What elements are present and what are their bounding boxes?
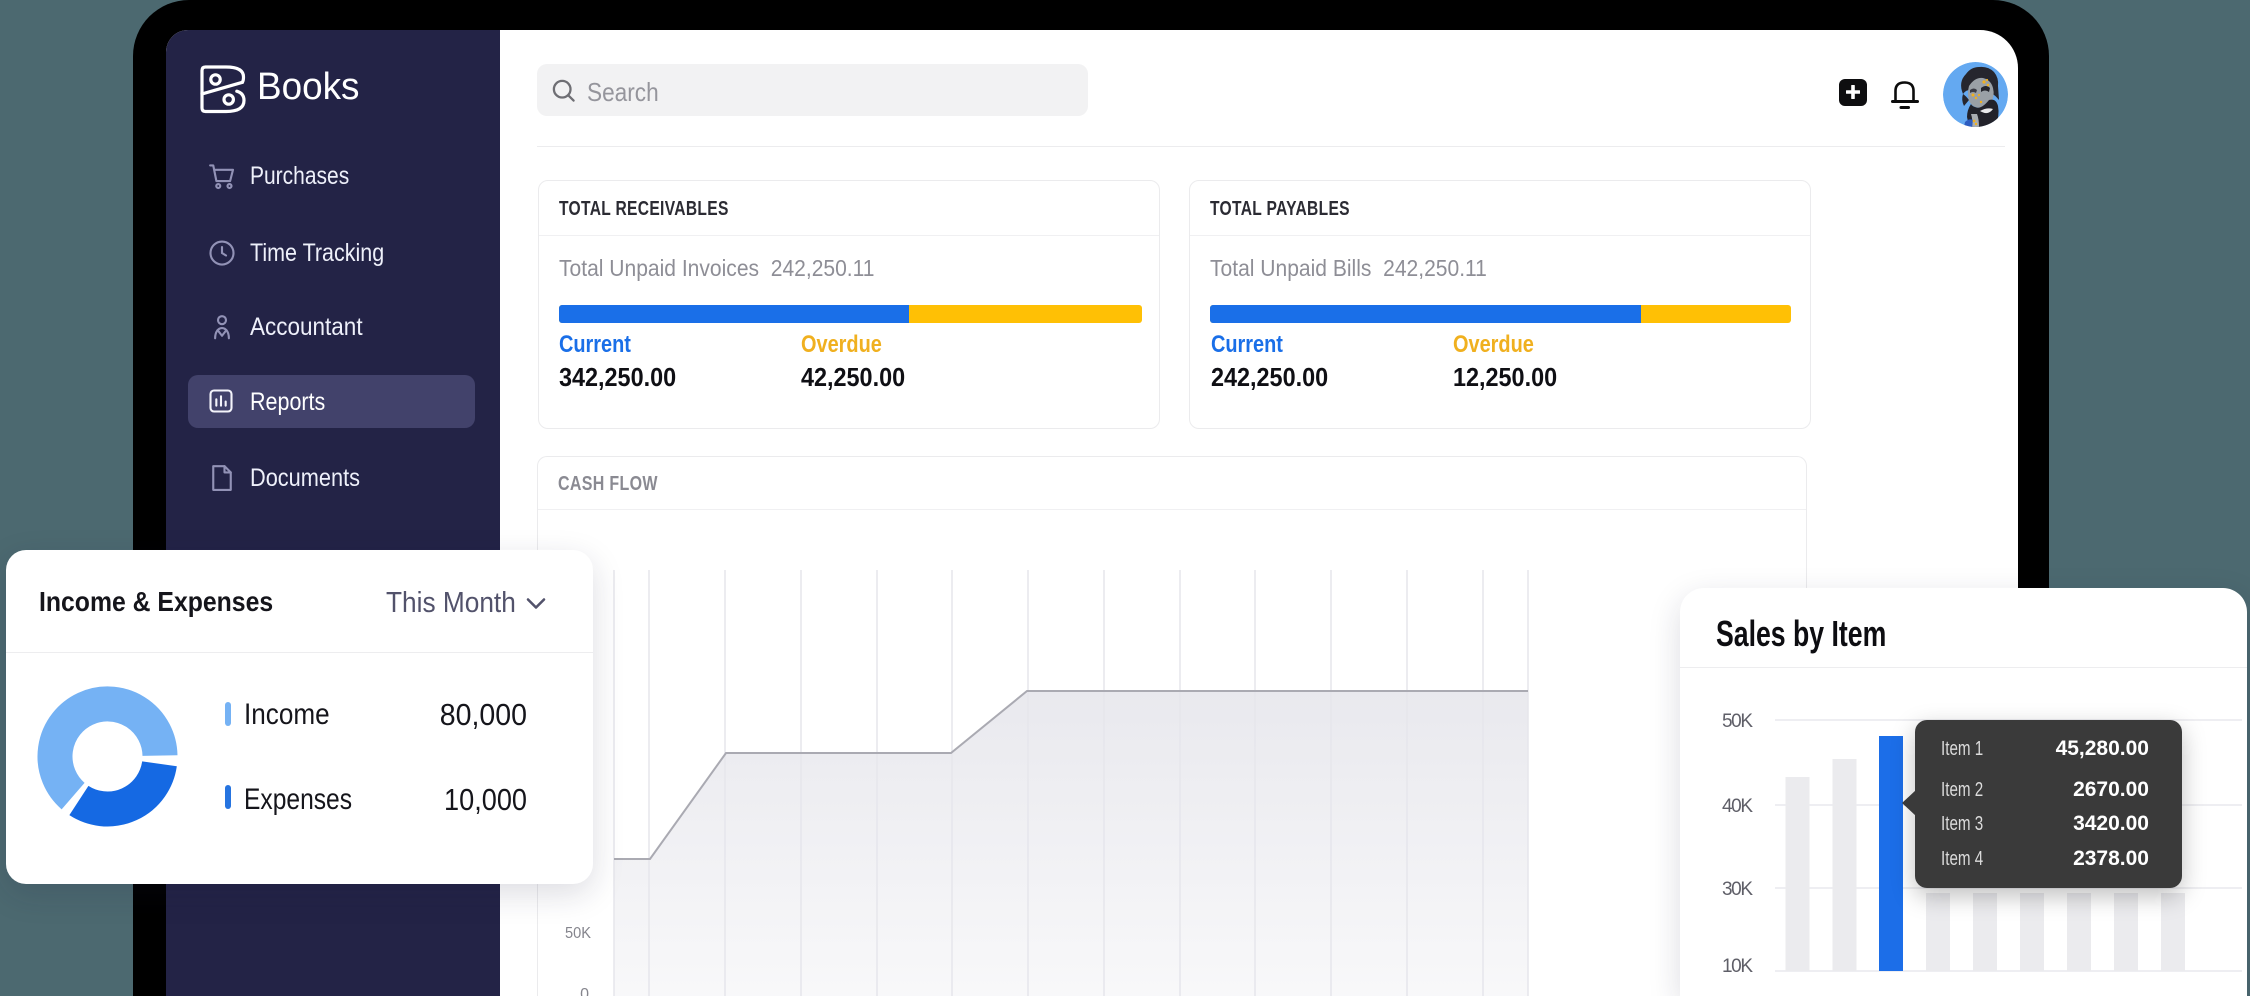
svg-text:40K: 40K — [1722, 796, 1753, 817]
svg-text:0: 0 — [580, 986, 589, 996]
svg-text:50K: 50K — [565, 925, 591, 942]
svg-text:10K: 10K — [1722, 956, 1753, 977]
svg-text:30K: 30K — [1722, 879, 1753, 900]
svg-text:50K: 50K — [1722, 711, 1753, 732]
